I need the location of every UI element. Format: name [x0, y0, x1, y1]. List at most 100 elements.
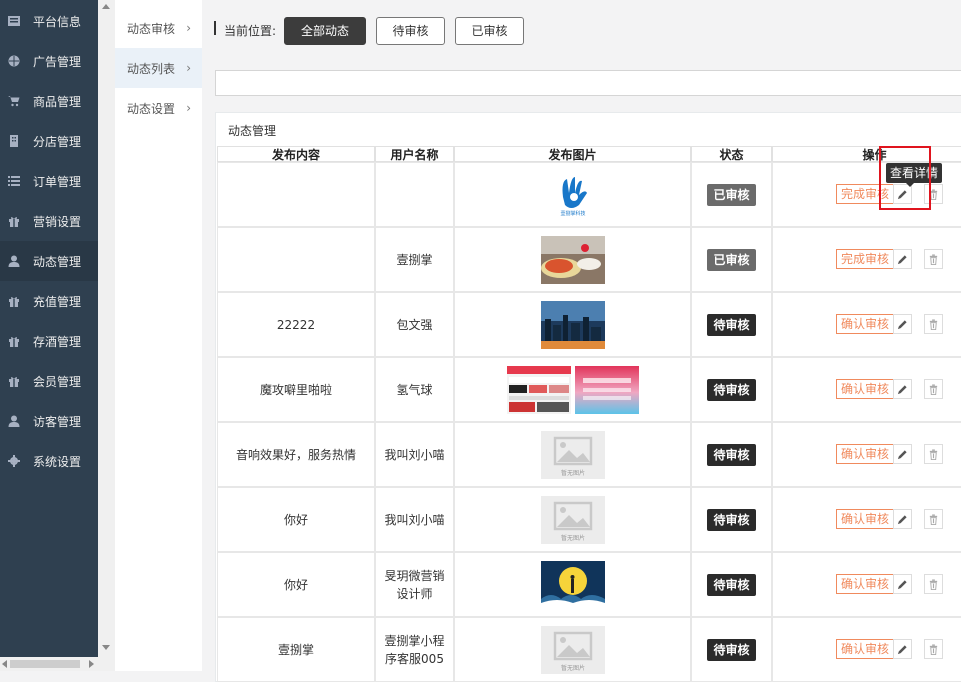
chevron-right-icon: › — [186, 101, 191, 115]
edit-pencil-icon[interactable] — [893, 314, 912, 334]
scrollbar-thumb[interactable] — [10, 660, 80, 668]
trash-icon[interactable] — [924, 509, 943, 529]
post-image-placeholder[interactable]: 暂无图片 — [540, 495, 605, 544]
post-content-text: 你好 — [283, 513, 308, 527]
trash-icon[interactable] — [924, 249, 943, 269]
nav-item-5[interactable]: 订单管理 — [0, 161, 98, 201]
user-name-text: 我叫刘小喵 — [384, 447, 445, 462]
review-button[interactable]: 确认审核 — [836, 574, 894, 594]
cell-actions: 确认审核 — [772, 617, 961, 682]
trash-icon[interactable] — [924, 379, 943, 399]
edit-pencil-icon[interactable] — [893, 379, 912, 399]
post-image-moon[interactable] — [540, 560, 605, 609]
cell-user: 壹捌掌 — [375, 227, 454, 292]
cell-actions: 完成审核 — [772, 227, 961, 292]
user-name-text: 包文强 — [396, 317, 433, 332]
nav-item-9[interactable]: 存酒管理 — [0, 321, 98, 361]
sidebar-vertical-scrollbar[interactable] — [98, 0, 115, 671]
review-button[interactable]: 完成审核 — [836, 249, 894, 269]
scroll-left-arrow-icon[interactable] — [2, 660, 7, 668]
newspaper-icon — [7, 15, 21, 27]
edit-pencil-icon[interactable] — [893, 509, 912, 529]
subnav-item-1[interactable]: 动态审核 › — [115, 8, 202, 48]
post-image-screen1[interactable] — [506, 365, 571, 414]
nav-item-label: 广告管理 — [33, 54, 82, 69]
nav-item-3[interactable]: 商品管理 — [0, 81, 98, 121]
left-sidebar: 平台信息广告管理商品管理分店管理订单管理营销设置 动态管理 充值管理存酒管理会员管理… — [0, 0, 98, 671]
post-image-placeholder[interactable]: 暂无图片 — [540, 625, 605, 674]
review-button[interactable]: 完成审核 — [836, 184, 894, 204]
trash-icon[interactable] — [924, 184, 943, 204]
subnav-item-label: 动态审核 — [127, 21, 176, 36]
post-image-food[interactable] — [540, 235, 605, 284]
trash-icon[interactable] — [924, 639, 943, 659]
svg-text:暂无图片: 暂无图片 — [560, 469, 584, 477]
gift-icon — [7, 375, 21, 387]
gift-icon — [7, 295, 21, 307]
scroll-up-arrow-icon[interactable] — [102, 4, 110, 9]
column-header: 用户名称 — [375, 146, 454, 162]
subnav-item-2[interactable]: 动态列表 › — [115, 48, 202, 88]
nav-item-label: 订单管理 — [33, 174, 82, 189]
review-button[interactable]: 确认审核 — [836, 509, 894, 529]
filter-all-button[interactable]: 全部动态 — [284, 17, 366, 45]
nav-item-2[interactable]: 广告管理 — [0, 41, 98, 81]
review-button[interactable]: 确认审核 — [836, 379, 894, 399]
status-badge: 已审核 — [707, 183, 756, 206]
nav-item-10[interactable]: 会员管理 — [0, 361, 98, 401]
nav-item-8[interactable]: 充值管理 — [0, 281, 98, 321]
scroll-right-arrow-icon[interactable] — [89, 660, 94, 668]
pencil-svg — [897, 514, 907, 524]
review-button[interactable]: 确认审核 — [836, 639, 894, 659]
chevron-right-icon: › — [186, 21, 191, 35]
edit-pencil-icon[interactable] — [893, 184, 912, 204]
edit-pencil-icon[interactable] — [893, 639, 912, 659]
cell-images — [454, 292, 691, 357]
nav-item-1[interactable]: 平台信息 — [0, 1, 98, 41]
filter-reviewed-button[interactable]: 已审核 — [455, 17, 524, 45]
cell-status: 待审核 — [691, 487, 772, 552]
review-button[interactable]: 确认审核 — [836, 444, 894, 464]
post-image-placeholder[interactable]: 暂无图片 — [540, 430, 605, 479]
cell-user — [375, 162, 454, 227]
trash-icon[interactable] — [924, 444, 943, 464]
nav-item-4[interactable]: 分店管理 — [0, 121, 98, 161]
subnav-item-label: 动态设置 — [127, 101, 176, 116]
cell-content: 22222 — [217, 292, 375, 357]
cell-content: 魔攻噼里啪啦 — [217, 357, 375, 422]
filter-bar[interactable] — [215, 70, 961, 96]
cell-user: 我叫刘小喵 — [375, 422, 454, 487]
post-image-city[interactable] — [540, 300, 605, 349]
nav-item-11[interactable]: 访客管理 — [0, 401, 98, 441]
edit-pencil-icon[interactable] — [893, 574, 912, 594]
nav-item-7[interactable]: 动态管理 — [0, 241, 98, 281]
nav-item-label: 访客管理 — [33, 414, 82, 429]
gear-icon — [7, 455, 21, 467]
column-header: 发布内容 — [217, 146, 375, 162]
subnav-item-3[interactable]: 动态设置 › — [115, 88, 202, 128]
cell-user: 氢气球 — [375, 357, 454, 422]
user-name-text: 氢气球 — [396, 382, 433, 397]
status-badge: 待审核 — [707, 573, 756, 596]
cell-images — [454, 552, 691, 617]
nav-item-6[interactable]: 营销设置 — [0, 201, 98, 241]
subnav-item-label: 动态列表 — [127, 61, 176, 76]
post-image-logo[interactable]: 壹捌掌科技 — [540, 170, 605, 219]
nav-item-12[interactable]: 系统设置 — [0, 441, 98, 481]
main-content: 当前位置: 全部动态 待审核 已审核 动态管理 发布内容 用户名称 发布图片 状态 操作… — [202, 0, 961, 682]
edit-pencil-icon[interactable] — [893, 249, 912, 269]
scroll-down-arrow-icon[interactable] — [102, 645, 110, 650]
cell-status: 待审核 — [691, 617, 772, 682]
review-button[interactable]: 确认审核 — [836, 314, 894, 334]
trash-icon[interactable] — [924, 574, 943, 594]
user-name-text: 壹捌掌 — [396, 252, 433, 267]
post-image-screen2[interactable] — [574, 365, 639, 414]
status-badge: 待审核 — [707, 508, 756, 531]
edit-pencil-icon[interactable] — [893, 444, 912, 464]
nav-item-label: 分店管理 — [33, 134, 82, 149]
sidebar-horizontal-scrollbar[interactable] — [0, 657, 98, 671]
trash-icon[interactable] — [924, 314, 943, 334]
cell-actions: 确认审核 — [772, 552, 961, 617]
nav-item-label: 存酒管理 — [33, 334, 82, 349]
filter-pending-button[interactable]: 待审核 — [376, 17, 445, 45]
